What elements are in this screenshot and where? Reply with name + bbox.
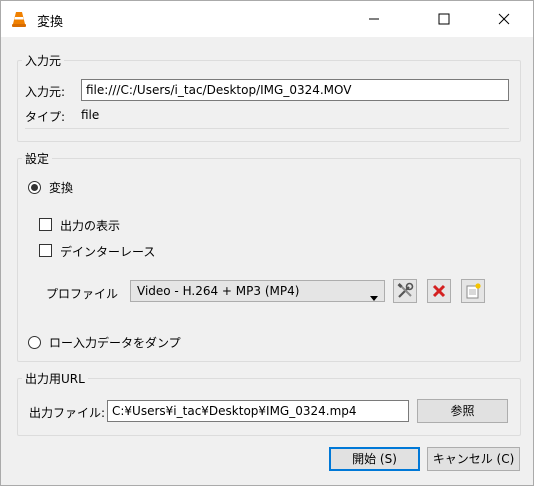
title-bar: 変換 <box>1 1 533 37</box>
output-file-input[interactable]: C:¥Users¥i_tac¥Desktop¥IMG_0324.mp4 <box>107 400 409 422</box>
source-input[interactable]: file:///C:/Users/i_tac/Desktop/IMG_0324.… <box>81 79 509 101</box>
start-button[interactable]: 開始 (S) <box>329 447 420 471</box>
cancel-button[interactable]: キャンセル (C) <box>427 447 520 471</box>
close-icon <box>498 13 510 25</box>
dump-raw-label: ロー入力データをダンプ <box>49 336 181 350</box>
delete-profile-button[interactable] <box>427 279 451 303</box>
profile-label: プロファイル <box>46 287 119 301</box>
maximize-button[interactable] <box>421 1 467 37</box>
source-group <box>17 60 521 142</box>
close-button[interactable] <box>481 1 527 37</box>
new-document-icon <box>466 283 481 299</box>
minimize-button[interactable] <box>351 1 397 37</box>
convert-label: 変換 <box>49 181 74 195</box>
new-profile-button[interactable] <box>461 279 485 303</box>
output-legend: 出力用URL <box>22 370 88 387</box>
browse-button[interactable]: 参照 <box>417 399 508 423</box>
show-output-checkbox[interactable] <box>39 218 52 231</box>
dump-raw-radio[interactable] <box>28 336 41 349</box>
convert-dialog: 変換 入力元 入力元: file:///C:/Users/i_tac/Deskt… <box>0 0 534 486</box>
settings-legend: 設定 <box>22 150 53 167</box>
source-legend: 入力元 <box>22 52 65 69</box>
profile-select[interactable]: Video - H.264 + MP3 (MP4) <box>130 280 385 302</box>
edit-profile-button[interactable] <box>393 279 417 303</box>
type-label: タイプ: <box>25 110 66 124</box>
source-divider <box>25 128 509 129</box>
settings-group <box>17 158 521 362</box>
chevron-down-icon <box>370 289 378 305</box>
source-label: 入力元: <box>25 85 66 99</box>
maximize-icon <box>438 13 450 25</box>
type-value: file <box>81 108 100 122</box>
profile-selected-value: Video - H.264 + MP3 (MP4) <box>137 284 300 298</box>
show-output-label: 出力の表示 <box>60 219 121 233</box>
red-x-icon <box>432 284 446 298</box>
tools-icon <box>397 282 414 298</box>
convert-radio[interactable] <box>28 181 41 194</box>
window-title: 変換 <box>37 15 64 30</box>
vlc-cone-icon <box>10 10 28 28</box>
deinterlace-checkbox[interactable] <box>39 244 52 257</box>
deinterlace-label: デインターレース <box>60 245 156 259</box>
minimize-icon <box>369 18 379 20</box>
output-file-label: 出力ファイル: <box>29 406 106 420</box>
